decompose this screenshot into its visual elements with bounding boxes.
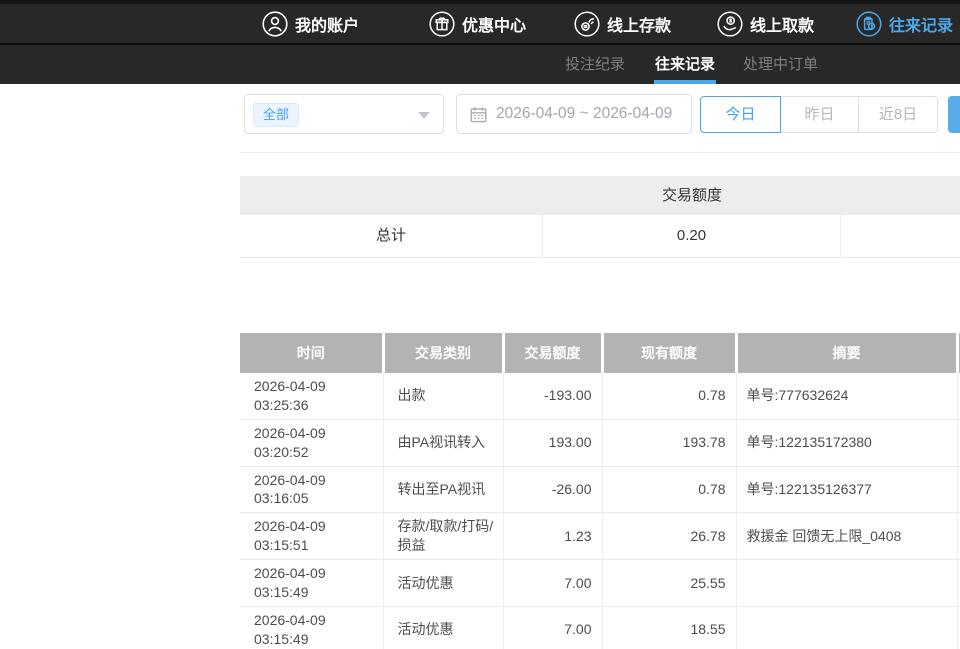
summary-total-label: 总计 (240, 215, 543, 258)
nav-item-label: 我的账户 (295, 12, 359, 36)
nav-item-withdraw[interactable]: 线上取款 (717, 4, 814, 43)
cell-summary (736, 606, 957, 649)
summary-header-label: 交易额度 (543, 176, 841, 215)
records-clipboard-icon (856, 11, 882, 37)
cell-summary: 单号:777632624 (736, 373, 957, 419)
chevron-down-icon (418, 112, 430, 119)
cell-balance: 0.78 (602, 373, 736, 419)
table-row: 2026-04-09 03:20:52 由PA视讯转入 193.00 193.7… (240, 419, 960, 466)
cell-amount: 7.00 (503, 606, 602, 649)
active-tab-underline (654, 80, 716, 84)
table-row: 2026-04-09 03:15:49 活动优惠 7.00 25.55 (240, 560, 960, 607)
summary-empty-cell (841, 215, 960, 258)
summary-table: 交易额度 总计 0.20 (240, 176, 960, 258)
nav-item-label: 线上取款 (750, 12, 814, 36)
cell-balance: 18.55 (602, 606, 736, 649)
table-row: 2026-04-09 03:15:49 活动优惠 7.00 18.55 (240, 606, 960, 649)
tab-label: 投注纪录 (565, 56, 625, 73)
date-range-value: 2026-04-09 ~ 2026-04-09 (496, 105, 672, 123)
nav-item-deposit[interactable]: 线上存款 (574, 4, 671, 43)
cell-time: 2026-04-09 03:15:49 (240, 560, 383, 607)
nav-item-transaction-records[interactable]: 往来记录 (856, 4, 953, 43)
tab-label: 往来记录 (655, 56, 715, 73)
search-button-clipped[interactable] (948, 96, 960, 133)
table-row: 2026-04-09 03:16:05 转出至PA视讯 -26.00 0.78 … (240, 466, 960, 513)
cell-summary: 单号:122135126377 (736, 466, 957, 513)
cell-type: 转出至PA视讯 (383, 466, 503, 513)
nav-item-label: 优惠中心 (462, 12, 526, 36)
cell-amount: 1.23 (503, 513, 602, 560)
cell-time: 2026-04-09 03:15:51 (240, 513, 383, 560)
records-tabbar: 投注纪录 往来记录 处理中订单 (0, 45, 960, 84)
cell-summary: 救援金 回馈无上限_0408 (736, 513, 957, 560)
tab-label: 处理中订单 (743, 56, 818, 73)
summary-header-row: 交易额度 (240, 176, 960, 215)
cell-amount: -193.00 (503, 373, 602, 419)
col-header-summary: 摘要 (736, 333, 957, 373)
table-row: 2026-04-09 03:25:36 出款 -193.00 0.78 单号:7… (240, 373, 960, 419)
col-header-amount: 交易额度 (503, 333, 602, 373)
cell-balance: 0.78 (602, 466, 736, 513)
filter-divider (240, 152, 960, 153)
nav-item-label: 往来记录 (889, 12, 953, 36)
withdraw-money-icon (717, 11, 743, 37)
selected-type-tag[interactable]: 全部 (253, 103, 299, 127)
col-header-time: 时间 (240, 333, 383, 373)
cell-time: 2026-04-09 03:25:36 (240, 373, 383, 419)
col-header-type: 交易类别 (383, 333, 503, 373)
deposit-coin-icon (574, 11, 600, 37)
cell-summary (736, 560, 957, 607)
cell-type: 由PA视讯转入 (383, 419, 503, 466)
cell-amount: 7.00 (503, 560, 602, 607)
quick-date-button-group: 今日 昨日 近8日 (700, 96, 938, 133)
date-range-input[interactable]: 2026-04-09 ~ 2026-04-09 (456, 94, 692, 134)
cell-time: 2026-04-09 03:15:49 (240, 606, 383, 649)
cell-balance: 25.55 (602, 560, 736, 607)
top-navbar: 我的账户 优惠中心 线上存款 线上取款 (0, 4, 960, 43)
table-header-row: 时间 交易类别 交易额度 现有额度 摘要 (240, 333, 960, 373)
transaction-records-page: 我的账户 优惠中心 线上存款 线上取款 (0, 0, 960, 649)
tab-betting-records[interactable]: 投注纪录 (565, 45, 625, 84)
nav-item-label: 线上存款 (607, 12, 671, 36)
table-row: 2026-04-09 03:15:51 存款/取款/打码/损益 1.23 26.… (240, 513, 960, 560)
cell-type: 出款 (383, 373, 503, 419)
records-table: 时间 交易类别 交易额度 现有额度 摘要 2026-04-09 03:25:36… (240, 333, 960, 649)
cell-balance: 193.78 (602, 419, 736, 466)
last-8-days-button[interactable]: 近8日 (859, 96, 938, 133)
cell-time: 2026-04-09 03:20:52 (240, 419, 383, 466)
records-table-container: 时间 交易类别 交易额度 现有额度 摘要 2026-04-09 03:25:36… (240, 333, 960, 649)
summary-total-value: 0.20 (543, 215, 841, 258)
cell-amount: 193.00 (503, 419, 602, 466)
cell-type: 存款/取款/打码/损益 (383, 513, 503, 560)
cell-time: 2026-04-09 03:16:05 (240, 466, 383, 513)
nav-item-my-account[interactable]: 我的账户 (262, 4, 359, 43)
cell-type: 活动优惠 (383, 606, 503, 649)
col-header-balance: 现有额度 (602, 333, 736, 373)
tab-processing-orders[interactable]: 处理中订单 (743, 45, 818, 84)
nav-item-promotions[interactable]: 优惠中心 (429, 4, 526, 43)
today-button[interactable]: 今日 (700, 96, 781, 133)
cell-balance: 26.78 (602, 513, 736, 560)
cell-summary: 单号:122135172380 (736, 419, 957, 466)
calendar-icon (470, 106, 487, 123)
yesterday-button[interactable]: 昨日 (781, 96, 859, 133)
summary-total-row: 总计 0.20 (240, 215, 960, 258)
transaction-type-select[interactable]: 全部 (244, 94, 444, 134)
gift-icon (429, 11, 455, 37)
user-icon (262, 11, 288, 37)
cell-type: 活动优惠 (383, 560, 503, 607)
tab-transaction-records[interactable]: 往来记录 (655, 45, 715, 84)
cell-amount: -26.00 (503, 466, 602, 513)
